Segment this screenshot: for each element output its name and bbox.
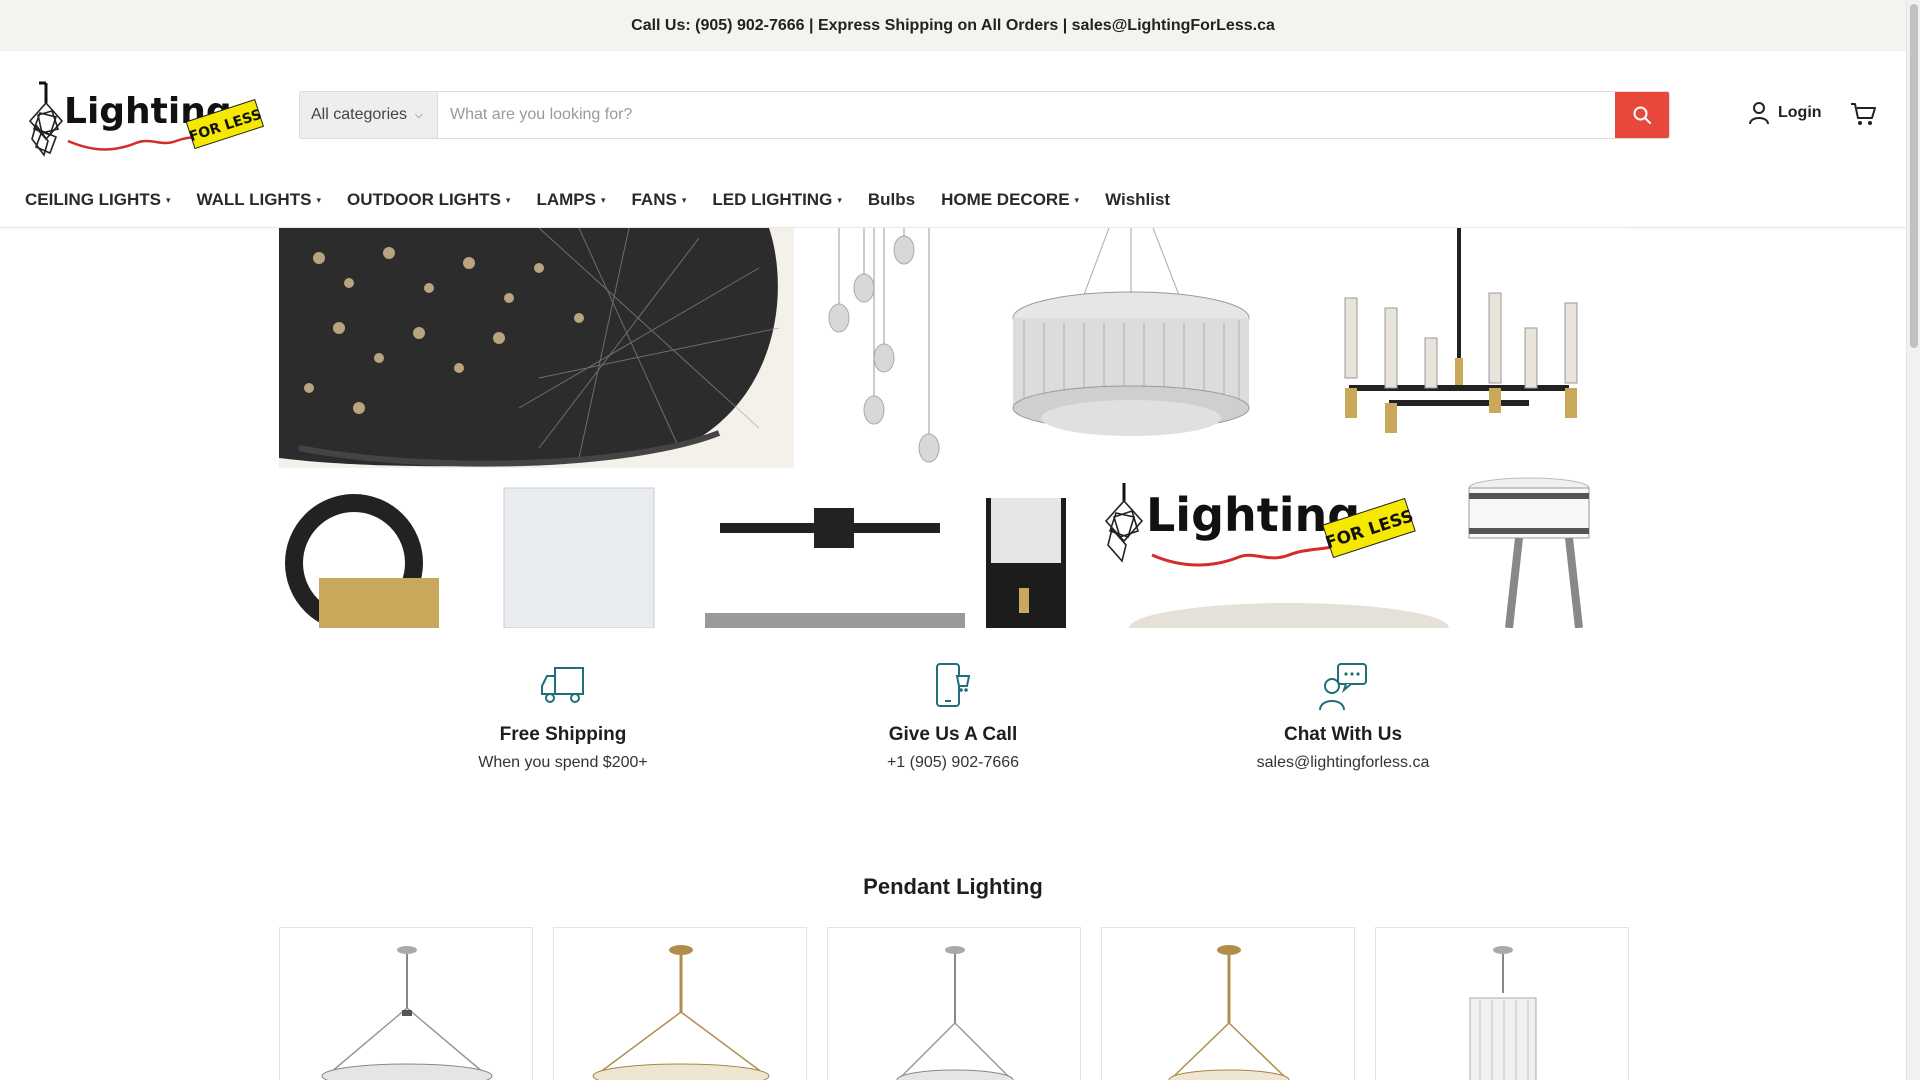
nav-item-bulbs[interactable]: Bulbs xyxy=(868,190,915,210)
feature-free-shipping: Free Shipping When you spend $200+ xyxy=(413,662,713,772)
feature-chat: Chat With Us sales@lightingforless.ca xyxy=(1193,662,1493,772)
section-title: Pendant Lighting xyxy=(863,874,1043,899)
announcement-text: Call Us: (905) 902-7666 | Express Shippi… xyxy=(631,16,1275,34)
chevron-down-icon: ▾ xyxy=(1074,194,1080,205)
nav-item-outdoor-lights[interactable]: OUTDOOR LIGHTS ▾ xyxy=(347,190,510,210)
nav-item-label: WALL LIGHTS xyxy=(196,190,312,209)
announcement-bar: Call Us: (905) 902-7666 | Express Shippi… xyxy=(0,0,1906,51)
product-card[interactable] xyxy=(279,927,533,1080)
feature-title: Give Us A Call xyxy=(888,724,1018,745)
nav-item-label: Wishlist xyxy=(1105,190,1171,209)
cart-icon xyxy=(1851,103,1876,125)
product-card[interactable] xyxy=(553,927,807,1080)
nav-item-label: LAMPS xyxy=(536,190,596,209)
search-icon xyxy=(1633,106,1652,125)
chat-icon xyxy=(1319,663,1367,711)
site-logo[interactable]: Lighting FOR LESS xyxy=(26,81,270,161)
site-header: Lighting FOR LESS All categories ⌵ Login xyxy=(0,51,1906,228)
cart-button[interactable] xyxy=(1849,101,1877,132)
search-button[interactable] xyxy=(1615,92,1669,138)
feature-call-us: Give Us A Call +1 (905) 902-7666 xyxy=(803,662,1103,772)
chevron-down-icon: ▾ xyxy=(837,194,842,205)
chevron-down-icon: ▾ xyxy=(166,194,171,205)
main-navigation: CEILING LIGHTS ▾ WALL LIGHTS ▾ OUTDOOR LIGHT… xyxy=(25,188,1196,212)
scrollbar-thumb[interactable] xyxy=(1910,4,1918,348)
chevron-down-icon: ▾ xyxy=(316,194,321,205)
nav-item-label: OUTDOOR LIGHTS xyxy=(346,190,501,209)
search-bar: All categories ⌵ xyxy=(299,91,1670,139)
category-select[interactable]: All categories ⌵ xyxy=(300,92,438,138)
nav-item-label: CEILING LIGHTS xyxy=(25,190,161,209)
nav-item-label: FANS xyxy=(631,190,677,209)
feature-subtitle: +1 (905) 902-7666 xyxy=(886,754,1020,771)
feature-title: Free Shipping xyxy=(499,724,627,745)
nav-item-ceiling-lights[interactable]: CEILING LIGHTS ▾ xyxy=(25,190,171,210)
feature-title: Chat With Us xyxy=(1283,724,1403,745)
nav-item-wall-lights[interactable]: WALL LIGHTS ▾ xyxy=(197,190,321,210)
product-card[interactable] xyxy=(827,927,1081,1080)
phone-icon xyxy=(936,663,971,707)
nav-item-label: Bulbs xyxy=(867,190,916,209)
chevron-down-icon: ⌵ xyxy=(415,109,423,121)
chevron-down-icon: ▾ xyxy=(600,194,606,205)
truck-icon xyxy=(541,667,584,703)
hero-banner[interactable]: Lighting FOR LESS xyxy=(279,228,1628,628)
nav-item-label: LED LIGHTING xyxy=(712,190,833,209)
nav-item-led-lighting[interactable]: LED LIGHTING ▾ xyxy=(712,190,841,210)
search-input[interactable] xyxy=(438,92,1615,138)
nav-item-wishlist[interactable]: Wishlist xyxy=(1105,190,1170,210)
feature-subtitle: sales@lightingforless.ca xyxy=(1256,754,1430,771)
product-card[interactable] xyxy=(1101,927,1355,1080)
category-select-value: All categories xyxy=(311,106,408,123)
nav-item-home-decore[interactable]: HOME DECORE ▾ xyxy=(941,190,1079,210)
nav-item-lamps[interactable]: LAMPS ▾ xyxy=(536,190,605,210)
nav-item-label: HOME DECORE xyxy=(941,190,1070,209)
chevron-down-icon: ▾ xyxy=(681,194,687,205)
page-scrollbar[interactable] xyxy=(1906,0,1920,1080)
user-icon xyxy=(1749,102,1769,125)
nav-item-fans[interactable]: FANS ▾ xyxy=(631,190,686,210)
login-link[interactable]: Login xyxy=(1748,101,1822,125)
product-card[interactable] xyxy=(1375,927,1629,1080)
chevron-down-icon: ▾ xyxy=(505,194,511,205)
feature-subtitle: When you spend $200+ xyxy=(478,754,648,771)
login-label: Login xyxy=(1778,104,1822,121)
